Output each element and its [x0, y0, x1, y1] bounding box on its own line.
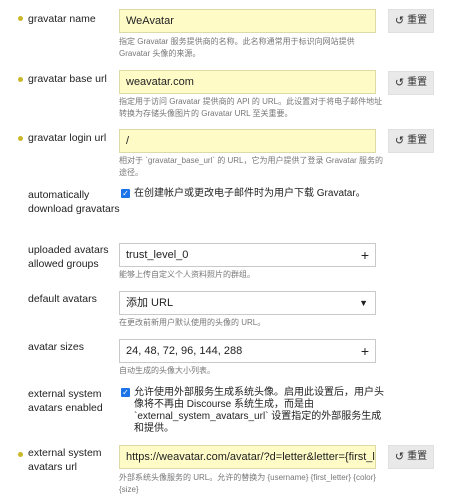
changed-indicator	[18, 77, 23, 82]
setting-label: avatar sizes	[28, 341, 85, 353]
setting-help: 指定 Gravatar 服务提供商的名称。此名称通常用于标识向网站提供 Grav…	[119, 37, 355, 58]
plus-icon[interactable]: +	[361, 340, 369, 362]
avatar-sizes-list[interactable]: 24, 48, 72, 96, 144, 288 +	[119, 339, 376, 363]
setting-label: gravatar login url	[28, 132, 107, 144]
gravatar-login-url-input[interactable]: /	[119, 129, 376, 153]
reset-button[interactable]: ↺ 重置	[388, 71, 434, 95]
checkbox-label: 允许使用外部服务生成系统头像。启用此设置后，用户头像将不再由 Discourse…	[134, 387, 384, 434]
undo-icon: ↺	[394, 77, 405, 89]
setting-label: gravatar name	[28, 13, 96, 25]
reset-button[interactable]: ↺ 重置	[388, 129, 434, 153]
checkmark-icon: ✓	[122, 388, 129, 397]
undo-icon: ↺	[394, 135, 405, 147]
caret-down-icon: ▼	[359, 298, 368, 308]
setting-help: 外部系统头像服务的 URL。允许的替换为 {username} {first_l…	[119, 473, 376, 494]
group-chooser[interactable]: trust_level_0 +	[119, 243, 376, 267]
setting-help: 指定用于访问 Gravatar 提供商的 API 的 URL。此设置对于将电子邮…	[119, 97, 383, 118]
changed-indicator	[18, 452, 23, 457]
setting-help: 相对于 `gravatar_base_url` 的 URL，它为用户提供了登录 …	[119, 156, 384, 177]
changed-indicator	[18, 16, 23, 21]
setting-label: external system avatars enabled	[28, 388, 103, 414]
changed-indicator	[18, 136, 23, 141]
checkbox-label: 在创建帐户或更改电子邮件时为用户下载 Gravatar。	[134, 188, 366, 199]
default-avatars-dropdown[interactable]: 添加 URL ▼	[119, 291, 376, 315]
undo-icon: ↺	[394, 15, 405, 27]
checkbox[interactable]: ✓	[121, 388, 130, 397]
setting-help: 在更改前新用户默认使用的头像的 URL。	[119, 318, 266, 327]
undo-icon: ↺	[394, 451, 405, 463]
gravatar-name-input[interactable]: WeAvatar	[119, 9, 376, 33]
setting-label: default avatars	[28, 293, 97, 305]
reset-button[interactable]: ↺ 重置	[388, 445, 434, 469]
external-system-avatars-url-input[interactable]: https://weavatar.com/avatar/?d=letter&le…	[119, 445, 376, 469]
checkbox[interactable]: ✓	[121, 189, 130, 198]
setting-label: gravatar base url	[28, 73, 107, 85]
checkmark-icon: ✓	[122, 189, 129, 198]
setting-help: 自动生成的头像大小列表。	[119, 366, 215, 375]
setting-help: 能够上传自定义个人资料照片的群组。	[119, 270, 255, 279]
plus-icon[interactable]: +	[361, 244, 369, 266]
setting-label: uploaded avatars allowed groups	[28, 244, 109, 270]
setting-label: external system avatars url	[28, 447, 102, 473]
gravatar-base-url-input[interactable]: weavatar.com	[119, 70, 376, 94]
reset-button[interactable]: ↺ 重置	[388, 9, 434, 33]
setting-label: automatically download gravatars	[28, 189, 120, 215]
